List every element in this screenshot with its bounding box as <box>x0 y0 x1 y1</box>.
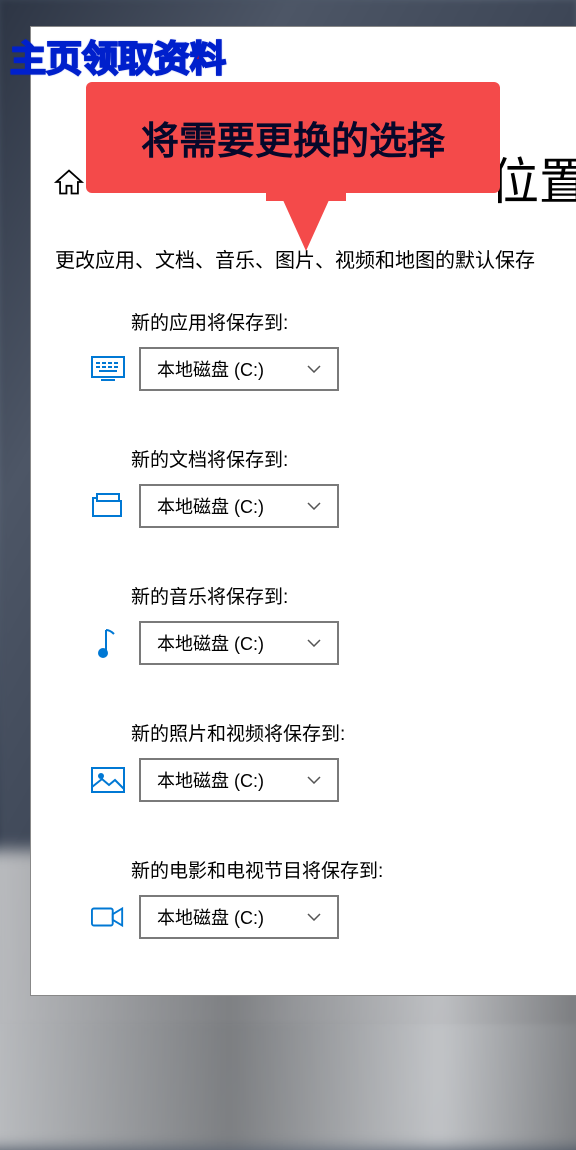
movies-location-dropdown[interactable]: 本地磁盘 (C:) <box>139 895 339 939</box>
chevron-down-icon <box>307 502 321 510</box>
setting-photos: 新的照片和视频将保存到: 本地磁盘 (C:) <box>91 719 576 802</box>
page-title: 位置 <box>489 142 576 214</box>
settings-list: 新的应用将保存到: <box>31 273 576 939</box>
photos-location-dropdown[interactable]: 本地磁盘 (C:) <box>139 758 339 802</box>
chevron-down-icon <box>307 365 321 373</box>
setting-label: 新的音乐将保存到: <box>131 582 576 609</box>
setting-label: 新的应用将保存到: <box>131 308 576 335</box>
video-icon <box>91 900 125 934</box>
documents-location-dropdown[interactable]: 本地磁盘 (C:) <box>139 484 339 528</box>
promo-banner: 主页领取资料 <box>10 30 226 82</box>
music-icon <box>91 626 125 660</box>
instruction-callout: 将需要更换的选择 <box>86 82 500 193</box>
music-location-dropdown[interactable]: 本地磁盘 (C:) <box>139 621 339 665</box>
setting-label: 新的照片和视频将保存到: <box>131 719 576 746</box>
folder-icon <box>91 489 125 523</box>
setting-label: 新的文档将保存到: <box>131 445 576 472</box>
setting-apps: 新的应用将保存到: <box>91 308 576 391</box>
chevron-down-icon <box>307 776 321 784</box>
setting-label: 新的电影和电视节目将保存到: <box>131 856 576 883</box>
chevron-down-icon <box>307 913 321 921</box>
photo-icon <box>91 763 125 797</box>
setting-movies: 新的电影和电视节目将保存到: 本地磁盘 (C:) <box>91 856 576 939</box>
home-icon[interactable] <box>53 168 85 196</box>
setting-music: 新的音乐将保存到: 本地磁盘 (C:) <box>91 582 576 665</box>
chevron-down-icon <box>307 639 321 647</box>
setting-documents: 新的文档将保存到: 本地磁盘 (C:) <box>91 445 576 528</box>
callout-arrow <box>278 189 334 251</box>
display-icon <box>91 352 125 386</box>
apps-location-dropdown[interactable]: 本地磁盘 (C:) <box>139 347 339 391</box>
